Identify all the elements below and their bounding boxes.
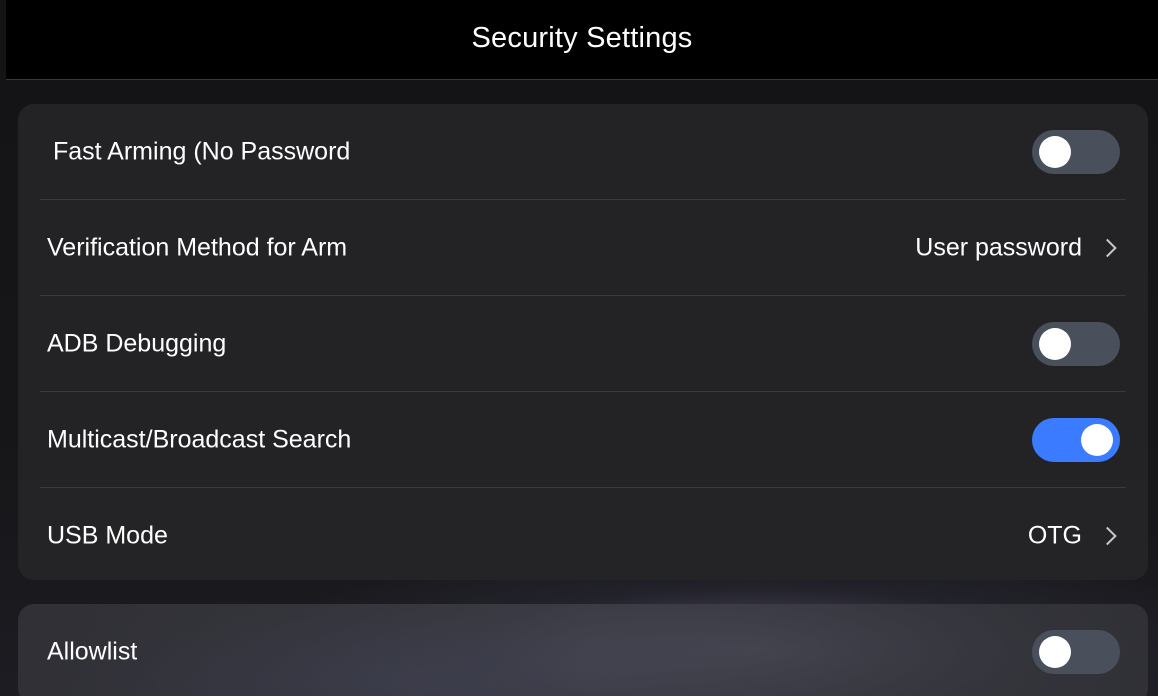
toggle-knob [1039,136,1071,168]
setting-label-fast-arming: Fast Arming (No Password [53,137,351,166]
toggle-knob [1039,328,1071,360]
setting-row-adb-debugging[interactable]: ADB Debugging [18,296,1148,392]
setting-label-adb-debugging: ADB Debugging [47,329,227,358]
verification-method-value: User password [915,233,1082,262]
setting-label-verification-method: Verification Method for Arm [47,233,348,262]
toggle-knob [1039,636,1071,668]
security-settings-list: Fast Arming (No Password Verification Me… [18,104,1148,580]
title-bar: Security Settings [6,0,1158,80]
setting-row-multicast-search[interactable]: Multicast/Broadcast Search [18,392,1148,488]
setting-row-verification-method[interactable]: Verification Method for Arm User passwor… [18,200,1148,296]
allowlist-toggle[interactable] [1032,630,1120,674]
fast-arming-toggle[interactable] [1032,130,1120,174]
toggle-knob [1081,424,1113,456]
usb-mode-value: OTG [1027,521,1082,550]
chevron-right-icon [1098,238,1117,258]
chevron-right-icon [1098,526,1117,546]
page-title: Security Settings [471,22,693,54]
setting-label-allowlist: Allowlist [47,637,138,666]
allowlist-card: Allowlist [18,604,1148,696]
adb-debugging-toggle[interactable] [1032,322,1120,366]
setting-row-allowlist[interactable]: Allowlist [18,604,1148,696]
security-settings-screen: Security Settings Fast Arming (No Passwo… [0,0,1158,696]
setting-label-usb-mode: USB Mode [47,521,168,550]
setting-row-fast-arming[interactable]: Fast Arming (No Password [18,104,1148,200]
setting-label-multicast-search: Multicast/Broadcast Search [47,425,352,454]
multicast-search-toggle[interactable] [1032,418,1120,462]
setting-row-usb-mode[interactable]: USB Mode OTG [18,488,1148,580]
